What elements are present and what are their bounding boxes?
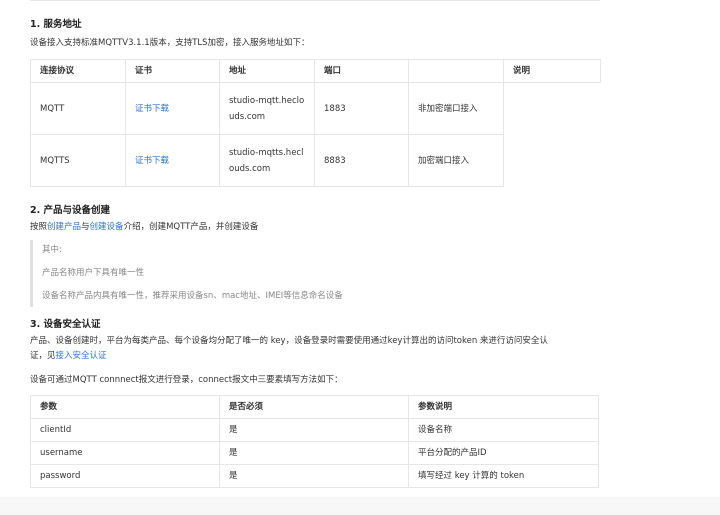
access-auth-link[interactable]: 接入安全认证 — [56, 351, 107, 361]
desc-cell: 填写经过 key 计算的 token — [408, 464, 599, 488]
body-text: 证，见 — [30, 351, 56, 361]
section2-title: 2. 产品与设备创建 — [30, 205, 111, 216]
cert-download-link[interactable]: 证书下载 — [135, 156, 169, 166]
required-cell: 是 — [219, 418, 409, 442]
address-cell: studio-mqtt.heclouds.com — [219, 82, 315, 135]
section2-intro: 按照创建产品与创建设备介绍，创建MQTT产品，并创建设备 — [30, 220, 258, 235]
col-header: 地址 — [219, 59, 315, 83]
create-device-link[interactable]: 创建设备 — [90, 222, 124, 232]
col-header: 端口 — [314, 59, 409, 83]
protocol-cell: MQTTS — [30, 134, 126, 187]
body-text: 产品、设备创建时，平台为每类产品、每个设备均分配了唯一的 key，设备登录时需要… — [30, 336, 548, 346]
section1-intro: 设备接入支持标准MQTTV3.1.1版本，支持TLS加密，接入服务地址如下： — [30, 38, 310, 48]
required-cell: 是 — [219, 441, 409, 465]
server-address-table: 连接协议 证书 地址 端口 说明 MQTT 证书下载 studio-mqtt.h… — [30, 59, 601, 187]
protocol-cell: MQTT — [30, 82, 126, 135]
table-row: MQTT 证书下载 studio-mqtt.heclouds.com 1883 … — [30, 82, 601, 135]
quote-line: 其中: — [42, 245, 62, 255]
table-row: username 是 平台分配的产品ID — [30, 441, 599, 465]
intro-text: 介绍，创建MQTT产品，并创建设备 — [123, 222, 259, 232]
section3-title: 3. 设备安全认证 — [30, 319, 101, 330]
section1-title: 1. 服务地址 — [30, 19, 82, 30]
empty-cell — [504, 135, 601, 187]
empty-cell — [503, 82, 601, 135]
col-header: 连接协议 — [30, 59, 126, 83]
table-row: password 是 填写经过 key 计算的 token — [30, 464, 599, 488]
desc-cell: 设备名称 — [408, 418, 599, 442]
col-header: 参数说明 — [408, 395, 599, 419]
create-product-link[interactable]: 创建产品 — [47, 222, 81, 232]
note-cell: 加密端口接入 — [408, 134, 504, 187]
col-header — [408, 59, 504, 83]
quote-line: 产品名称用户下具有唯一性 — [42, 268, 145, 278]
quote-line: 设备名称产品内具有唯一性，推荐采用设备sn、mac地址、IMEI等信息命名设备 — [42, 291, 343, 301]
intro-text: 与 — [81, 222, 90, 232]
bottom-bar — [0, 497, 720, 515]
param-cell: username — [30, 441, 220, 465]
top-divider — [30, 0, 600, 1]
cert-cell: 证书下载 — [125, 82, 220, 135]
table-header-row: 连接协议 证书 地址 端口 说明 — [30, 59, 601, 83]
table-row: clientId 是 设备名称 — [30, 418, 599, 442]
col-header: 证书 — [125, 59, 220, 83]
connect-params-table: 参数 是否必须 参数说明 clientId 是 设备名称 username 是 … — [30, 395, 599, 488]
param-cell: password — [30, 464, 220, 488]
table-header-row: 参数 是否必须 参数说明 — [30, 395, 599, 419]
cert-download-link[interactable]: 证书下载 — [135, 104, 169, 114]
param-cell: clientId — [30, 418, 220, 442]
intro-text: 按照 — [30, 222, 48, 232]
note-cell: 非加密端口接入 — [408, 82, 504, 135]
port-cell: 8883 — [314, 134, 409, 187]
required-cell: 是 — [219, 464, 409, 488]
col-header: 说明 — [503, 59, 601, 83]
desc-cell: 平台分配的产品ID — [408, 441, 599, 465]
note-blockquote: 其中: 产品名称用户下具有唯一性 设备名称产品内具有唯一性，推荐采用设备sn、m… — [30, 240, 582, 307]
connect-intro: 设备可通过MQTT connnect报文进行登录，connect报文中三要素填写… — [30, 375, 343, 385]
col-header: 是否必须 — [219, 395, 409, 419]
table-row: MQTTS 证书下载 studio-mqtts.heclouds.com 888… — [30, 134, 601, 187]
col-header: 参数 — [30, 395, 220, 419]
section3-text: 产品、设备创建时，平台为每类产品、每个设备均分配了唯一的 key，设备登录时需要… — [30, 334, 602, 364]
port-cell: 1883 — [314, 82, 409, 135]
cert-cell: 证书下载 — [125, 134, 220, 187]
address-cell: studio-mqtts.heclouds.com — [219, 134, 315, 187]
